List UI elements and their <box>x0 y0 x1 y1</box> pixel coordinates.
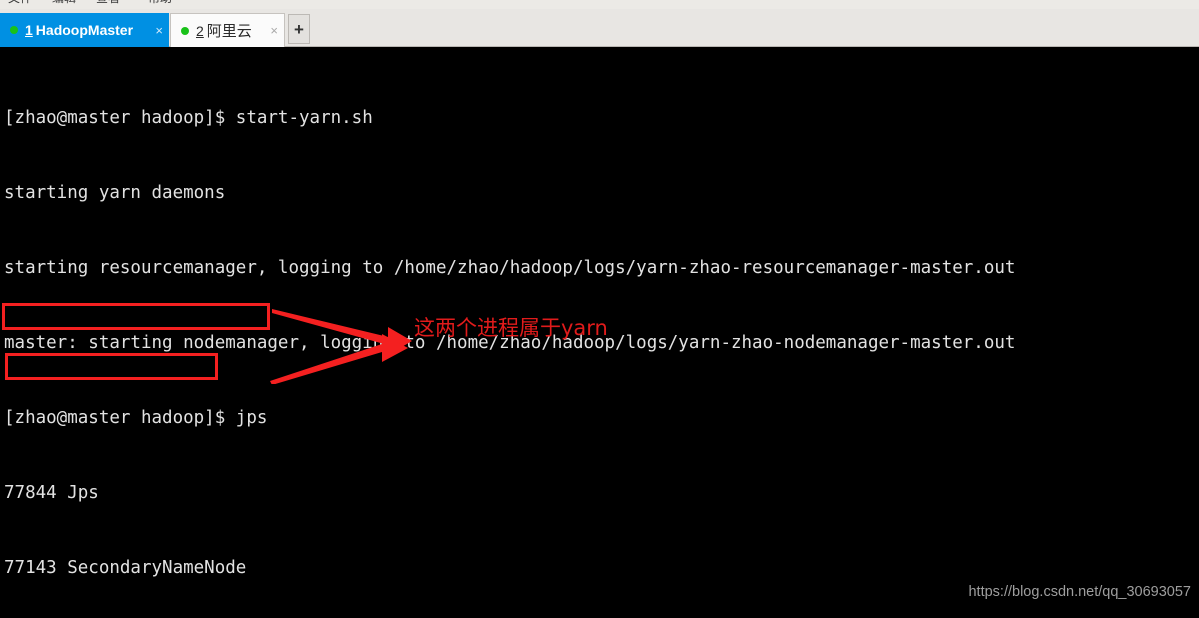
menu-item-view[interactable]: 查看 <box>96 0 120 5</box>
close-icon[interactable]: × <box>155 24 163 37</box>
green-dot-icon <box>181 26 189 35</box>
green-dot-icon <box>10 26 18 34</box>
terminal-line: starting resourcemanager, logging to /ho… <box>4 258 1016 278</box>
new-tab-button[interactable]: + <box>288 14 310 44</box>
terminal-line: starting yarn daemons <box>4 183 226 203</box>
terminal-line: [zhao@master hadoop]$ jps <box>4 408 268 428</box>
annotation-text: 这两个进程属于yarn <box>414 316 608 340</box>
tab-label: HadoopMaster <box>35 22 134 38</box>
terminal-line: 77844 Jps <box>4 483 99 503</box>
tab-number: 1 <box>25 22 33 38</box>
tab-label: 阿里云 <box>206 23 252 40</box>
tab-hadoopmaster[interactable]: 1 HadoopMaster × <box>0 13 169 47</box>
tab-number: 2 <box>196 22 204 39</box>
close-icon[interactable]: × <box>270 24 278 37</box>
terminal-body[interactable]: [zhao@master hadoop]$ start-yarn.sh star… <box>0 47 1199 618</box>
tab-bar: 1 HadoopMaster × 2 阿里云 × + <box>0 9 1199 47</box>
menu-bar[interactable]: 文件 编辑 查看 帮助 <box>0 0 1199 9</box>
terminal-line: [zhao@master hadoop]$ start-yarn.sh <box>4 108 373 128</box>
tab-aliyun[interactable]: 2 阿里云 × <box>170 13 285 47</box>
menu-item-edit[interactable]: 编辑 <box>52 0 76 5</box>
watermark: https://blog.csdn.net/qq_30693057 <box>968 584 1191 600</box>
terminal-line: 77143 SecondaryNameNode <box>4 558 247 578</box>
menu-item-help[interactable]: 帮助 <box>148 0 172 5</box>
terminal-window: 文件 编辑 查看 帮助 1 HadoopMaster × 2 阿里云 × + [… <box>0 0 1199 618</box>
menu-item-file[interactable]: 文件 <box>8 0 32 5</box>
